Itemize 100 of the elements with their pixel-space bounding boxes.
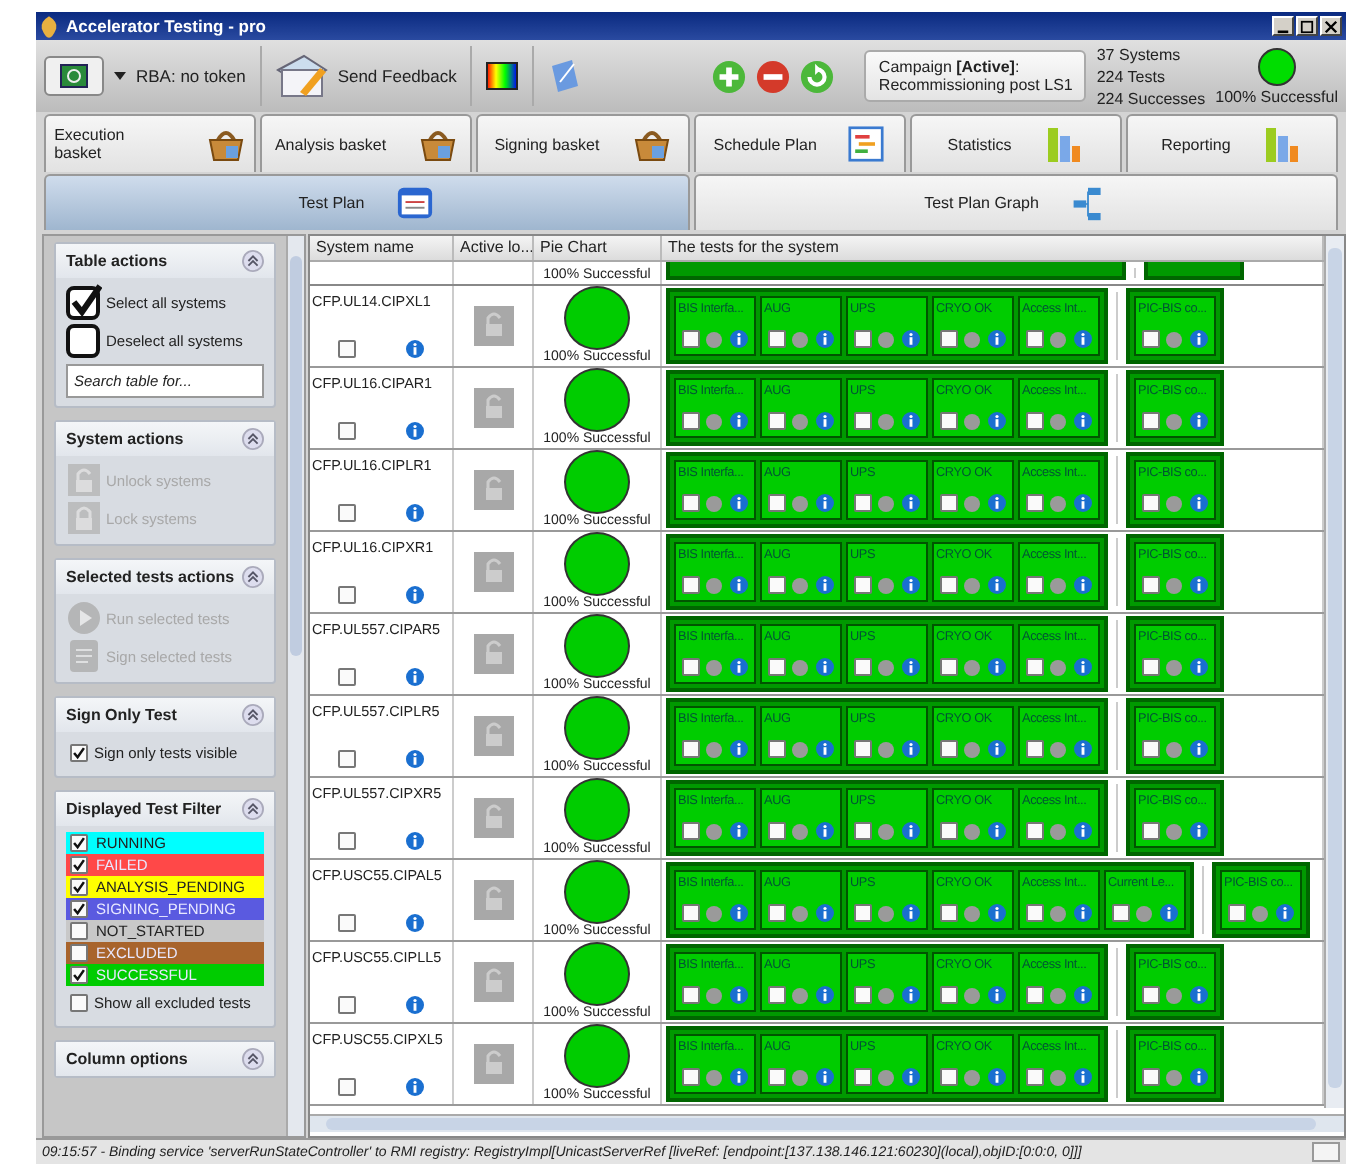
collapse-icon[interactable] bbox=[242, 798, 264, 820]
collapse-icon[interactable] bbox=[242, 428, 264, 450]
tab[interactable]: Signing basket bbox=[476, 114, 690, 172]
info-icon[interactable] bbox=[988, 986, 1007, 1004]
info-icon[interactable] bbox=[816, 822, 835, 840]
checkbox[interactable] bbox=[1141, 986, 1160, 1004]
checkbox[interactable] bbox=[853, 1068, 872, 1086]
checkbox[interactable] bbox=[70, 922, 88, 940]
color-palette-icon[interactable] bbox=[486, 62, 519, 90]
checkbox[interactable] bbox=[681, 740, 700, 758]
send-feedback-button[interactable]: Send Feedback bbox=[337, 66, 457, 86]
info-icon[interactable] bbox=[406, 340, 425, 358]
checkbox[interactable] bbox=[767, 494, 786, 512]
checkbox[interactable] bbox=[1025, 986, 1044, 1004]
tab[interactable]: Statistics bbox=[909, 114, 1122, 172]
info-icon[interactable] bbox=[406, 1078, 425, 1096]
close-button[interactable] bbox=[1320, 16, 1342, 36]
info-icon[interactable] bbox=[406, 504, 425, 522]
info-icon[interactable] bbox=[406, 586, 425, 604]
info-icon[interactable] bbox=[816, 494, 835, 512]
collapse-icon[interactable] bbox=[242, 250, 264, 272]
info-icon[interactable] bbox=[1160, 904, 1179, 922]
checkbox[interactable] bbox=[939, 576, 958, 594]
info-icon[interactable] bbox=[816, 330, 835, 348]
checkbox[interactable] bbox=[337, 832, 356, 850]
checkbox[interactable] bbox=[939, 412, 958, 430]
checkbox[interactable] bbox=[337, 586, 356, 604]
tab[interactable]: Analysis basket bbox=[260, 114, 473, 172]
info-icon[interactable] bbox=[1074, 576, 1093, 594]
checkbox[interactable] bbox=[939, 330, 958, 348]
checkbox[interactable] bbox=[1141, 330, 1160, 348]
checkbox[interactable] bbox=[681, 1068, 700, 1086]
checkbox[interactable] bbox=[853, 986, 872, 1004]
info-icon[interactable] bbox=[1074, 904, 1093, 922]
checkbox[interactable] bbox=[1141, 494, 1160, 512]
maximize-button[interactable] bbox=[1296, 16, 1318, 36]
checkbox[interactable] bbox=[939, 986, 958, 1004]
power-button[interactable] bbox=[44, 56, 104, 96]
collapse-icon[interactable] bbox=[242, 566, 264, 588]
envelope-pencil-icon[interactable] bbox=[275, 52, 328, 100]
info-icon[interactable] bbox=[730, 904, 749, 922]
info-icon[interactable] bbox=[1074, 1068, 1093, 1086]
info-icon[interactable] bbox=[730, 1068, 749, 1086]
checkbox[interactable] bbox=[1025, 1068, 1044, 1086]
checkbox[interactable] bbox=[70, 944, 88, 962]
info-icon[interactable] bbox=[1074, 740, 1093, 758]
info-icon[interactable] bbox=[1190, 412, 1209, 430]
info-icon[interactable] bbox=[1190, 330, 1209, 348]
column-header[interactable]: Pie Chart bbox=[534, 236, 662, 260]
checkbox[interactable] bbox=[70, 878, 88, 896]
checkbox[interactable] bbox=[853, 494, 872, 512]
checkbox[interactable] bbox=[1141, 822, 1160, 840]
checkbox[interactable] bbox=[1141, 658, 1160, 676]
info-icon[interactable] bbox=[1074, 822, 1093, 840]
checkbox[interactable] bbox=[70, 856, 88, 874]
checkbox[interactable] bbox=[681, 986, 700, 1004]
info-icon[interactable] bbox=[406, 996, 425, 1014]
info-icon[interactable] bbox=[816, 986, 835, 1004]
checkbox[interactable] bbox=[767, 658, 786, 676]
info-icon[interactable] bbox=[1190, 1068, 1209, 1086]
checkbox[interactable] bbox=[681, 904, 700, 922]
add-icon[interactable] bbox=[712, 59, 747, 93]
info-icon[interactable] bbox=[988, 494, 1007, 512]
info-icon[interactable] bbox=[902, 412, 921, 430]
checkbox[interactable] bbox=[767, 1068, 786, 1086]
checkbox[interactable] bbox=[853, 658, 872, 676]
checkbox[interactable] bbox=[853, 330, 872, 348]
info-icon[interactable] bbox=[1074, 412, 1093, 430]
info-icon[interactable] bbox=[902, 740, 921, 758]
checkbox[interactable] bbox=[1025, 740, 1044, 758]
info-icon[interactable] bbox=[1190, 986, 1209, 1004]
checkbox[interactable] bbox=[337, 422, 356, 440]
checkbox[interactable] bbox=[70, 994, 88, 1012]
info-icon[interactable] bbox=[902, 1068, 921, 1086]
checkbox-empty-icon[interactable] bbox=[66, 322, 102, 358]
collapse-icon[interactable] bbox=[242, 1048, 264, 1070]
tab[interactable]: Execution basket bbox=[44, 114, 257, 172]
info-icon[interactable] bbox=[988, 822, 1007, 840]
info-icon[interactable] bbox=[988, 740, 1007, 758]
checkbox[interactable] bbox=[1025, 658, 1044, 676]
info-icon[interactable] bbox=[730, 494, 749, 512]
info-icon[interactable] bbox=[1074, 330, 1093, 348]
info-icon[interactable] bbox=[902, 576, 921, 594]
checkbox[interactable] bbox=[767, 904, 786, 922]
checkbox[interactable] bbox=[853, 412, 872, 430]
checkbox[interactable] bbox=[939, 904, 958, 922]
column-header[interactable]: System name bbox=[310, 236, 454, 260]
collapse-icon[interactable] bbox=[242, 704, 264, 726]
checkbox[interactable] bbox=[337, 996, 356, 1014]
minimize-button[interactable] bbox=[1272, 16, 1294, 36]
checkbox[interactable] bbox=[1025, 576, 1044, 594]
checkbox[interactable] bbox=[939, 494, 958, 512]
info-icon[interactable] bbox=[816, 904, 835, 922]
info-icon[interactable] bbox=[902, 658, 921, 676]
info-icon[interactable] bbox=[816, 658, 835, 676]
checkbox[interactable] bbox=[70, 834, 88, 852]
info-icon[interactable] bbox=[406, 832, 425, 850]
remove-icon[interactable] bbox=[756, 59, 791, 93]
info-icon[interactable] bbox=[406, 914, 425, 932]
checkbox[interactable] bbox=[681, 412, 700, 430]
